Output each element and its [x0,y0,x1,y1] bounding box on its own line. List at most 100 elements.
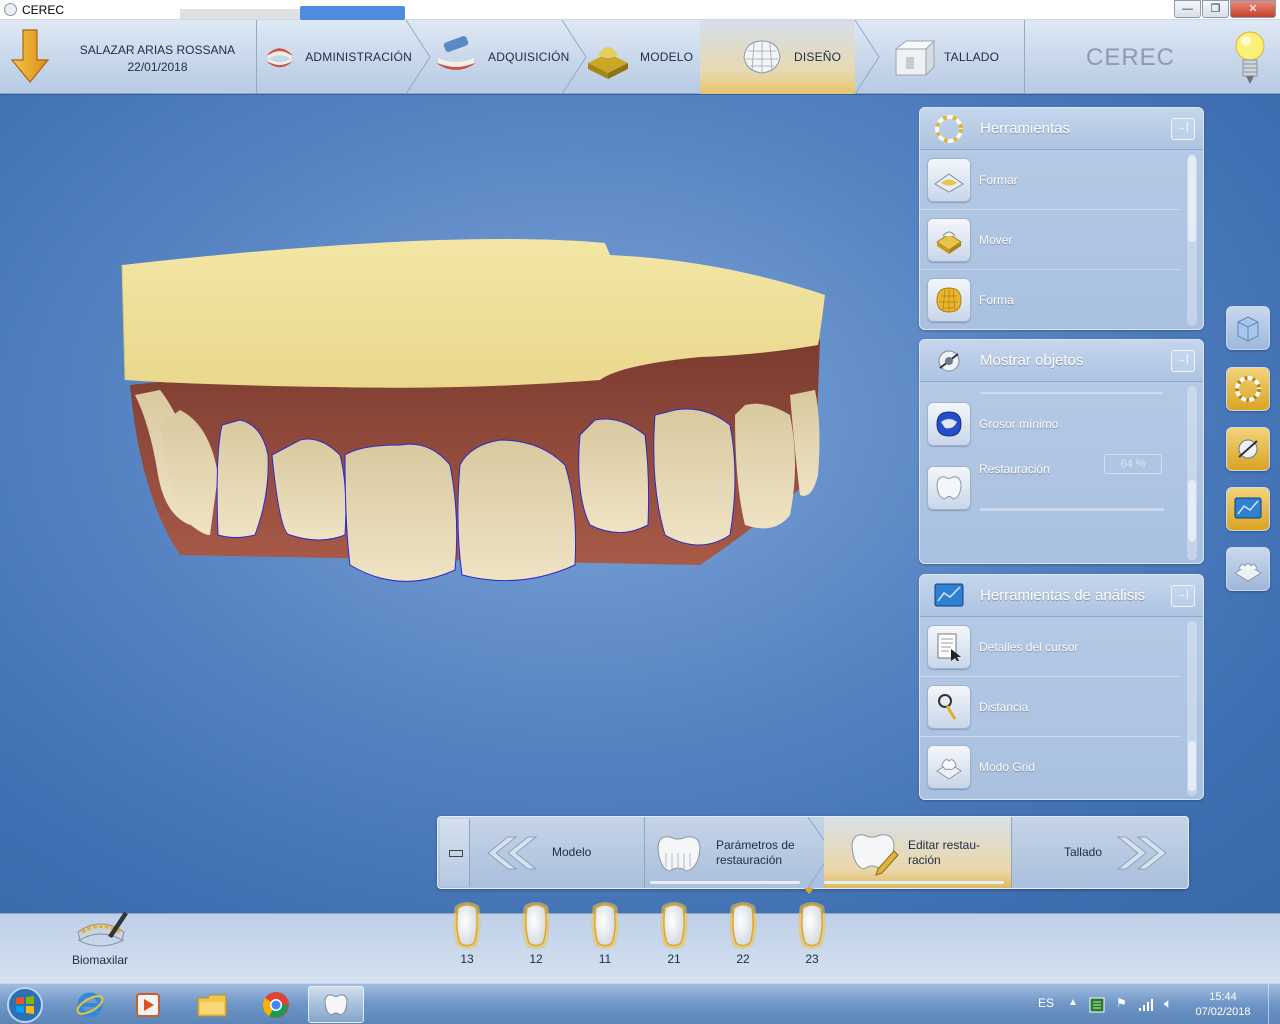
pin-button[interactable] [1171,584,1195,607]
pin-button[interactable] [1171,117,1195,140]
side-show-objects-button[interactable] [1226,427,1270,471]
tool-forma[interactable]: Forma [920,270,1181,329]
minimize-button[interactable]: — [1174,0,1201,18]
panel-header: Herramientas [920,108,1203,150]
brand-logo: CEREC [1086,44,1176,71]
form-icon [936,286,962,313]
scrollbar[interactable] [1187,386,1197,560]
analysis-chart-icon [934,583,964,606]
tool-label: Forma [979,292,1014,307]
tooth-number-label: 12 [529,952,543,966]
workflow-label-line1: Editar restau- [908,837,981,852]
biomaxilar-icon[interactable] [74,906,130,952]
side-model-button[interactable] [1226,547,1270,591]
download-arrow-icon[interactable] [10,28,50,84]
analysis-chart-icon [1234,497,1262,519]
show-desktop-button[interactable] [1268,984,1280,1024]
tool-formar[interactable]: Formar [920,150,1181,210]
windows-taskbar: ES ▲ ⚑ 🔈︎ 15:44 07/02/2018 [0,983,1280,1024]
panel-header: Herramientas de análisis [920,575,1203,617]
workflow-back-modelo[interactable]: Modelo [472,817,644,888]
phase-diseno[interactable]: DISEÑO [700,20,855,94]
pin-button[interactable] [1171,349,1195,372]
workflow-label: Modelo [552,845,592,859]
tool-detalles-cursor[interactable]: Detalles del cursor [920,617,1181,677]
tool-mover[interactable]: Mover [920,210,1181,270]
signal-icon[interactable] [1138,998,1154,1012]
object-grosor-minimo[interactable]: Grosor mínimo [920,394,1181,454]
min-thickness-icon [936,411,962,437]
side-analysis-button[interactable] [1226,487,1270,531]
tooth-23-button[interactable] [792,898,832,954]
tool-label: Distancia [979,699,1029,714]
lightbulb-icon[interactable] [1234,26,1266,88]
restoration-params-icon [657,835,701,872]
tooth-number-label: 13 [460,952,474,966]
restoration-slider[interactable] [980,508,1164,511]
side-cube-button[interactable] [1226,306,1270,350]
tooth-13-button[interactable] [447,898,487,954]
tool-modo-grid[interactable]: Modo Grid [920,737,1181,797]
language-indicator[interactable]: ES [1038,996,1054,1010]
tool-distancia[interactable]: Distancia [920,677,1181,737]
tooth-21-button[interactable] [654,898,694,954]
action-center-flag-icon[interactable]: ⚑ [1116,996,1127,1010]
scrollbar[interactable] [1187,154,1197,326]
network-activity-icon[interactable] [1088,996,1106,1014]
start-button-icon[interactable] [3,985,47,1024]
cerec-app-icon [324,993,348,1016]
tooth-12-button[interactable] [516,898,556,954]
workflow-label-line2: restauración [716,852,783,867]
phase-tallado[interactable]: TALLADO [888,20,1023,94]
tooth-11-button[interactable] [585,898,625,954]
model-icon [588,47,628,79]
panel-title: Mostrar objetos [980,352,1084,369]
restoration-transparency-value[interactable]: 64 % [1104,454,1162,474]
workflow-bar: Modelo Parámetros de restauración Editar … [437,816,1189,889]
edit-restoration-icon [851,833,899,876]
tools-ring-icon [1235,376,1261,402]
cube-icon [1237,316,1259,342]
restoration-icon [936,476,962,500]
tooth-22-button[interactable] [723,898,763,954]
tooth-number-label: 21 [667,952,681,966]
window-title: CEREC [22,3,65,17]
phase-modelo[interactable]: MODELO [584,20,699,94]
tools-ring-icon [935,114,963,143]
show-objects-icon [938,350,960,371]
phase-adquisicion[interactable]: ADQUISICIÓN [432,20,572,94]
teeth-model-icon [1234,563,1262,582]
tool-label: Mover [979,232,1013,247]
scan-denture-icon [436,36,476,70]
blurred-region [180,9,300,19]
clock-time: 15:44 [1209,991,1237,1003]
show-hidden-icons-icon[interactable]: ▲ [1068,997,1078,1008]
taskbar-chrome[interactable] [248,986,304,1023]
taskbar-media-player[interactable] [120,986,176,1023]
workflow-toggle[interactable] [440,819,470,886]
tooth-number-label: 22 [736,952,750,966]
taskbar-internet-explorer[interactable] [62,986,118,1023]
panel-header: Mostrar objetos [920,340,1203,382]
biomaxilar-label: Biomaxilar [71,953,128,967]
denture-icon [266,48,293,68]
taskbar-cerec[interactable] [308,986,364,1023]
workflow-editar-restauracion[interactable]: Editar restau-ración [824,817,1012,888]
scrollbar[interactable] [1187,621,1197,796]
phase-administracion[interactable]: ADMINISTRACIÓN [262,20,412,94]
workflow-next-tallado[interactable]: Tallado [1012,817,1188,888]
volume-icon[interactable]: 🔈︎ [1164,995,1172,1012]
grid-mode-icon [936,759,962,780]
close-button[interactable]: ✕ [1230,0,1276,18]
side-tools-button[interactable] [1226,367,1270,411]
maximize-button[interactable]: ❐ [1202,0,1229,18]
panel-analisis: Herramientas de análisis Detalles del cu… [919,574,1204,800]
system-clock[interactable]: 15:44 07/02/2018 [1188,990,1258,1020]
taskbar-file-explorer[interactable] [184,986,240,1023]
folder-icon [197,994,227,1016]
object-restauracion[interactable]: Restauración 64 % [920,454,1181,526]
workflow-label-line1: Parámetros de [716,837,795,852]
phase-label: ADMINISTRACIÓN [305,50,412,64]
workflow-parametros-restauracion[interactable]: Parámetros de restauración [648,817,808,888]
double-chevron-right-icon [1116,836,1167,869]
